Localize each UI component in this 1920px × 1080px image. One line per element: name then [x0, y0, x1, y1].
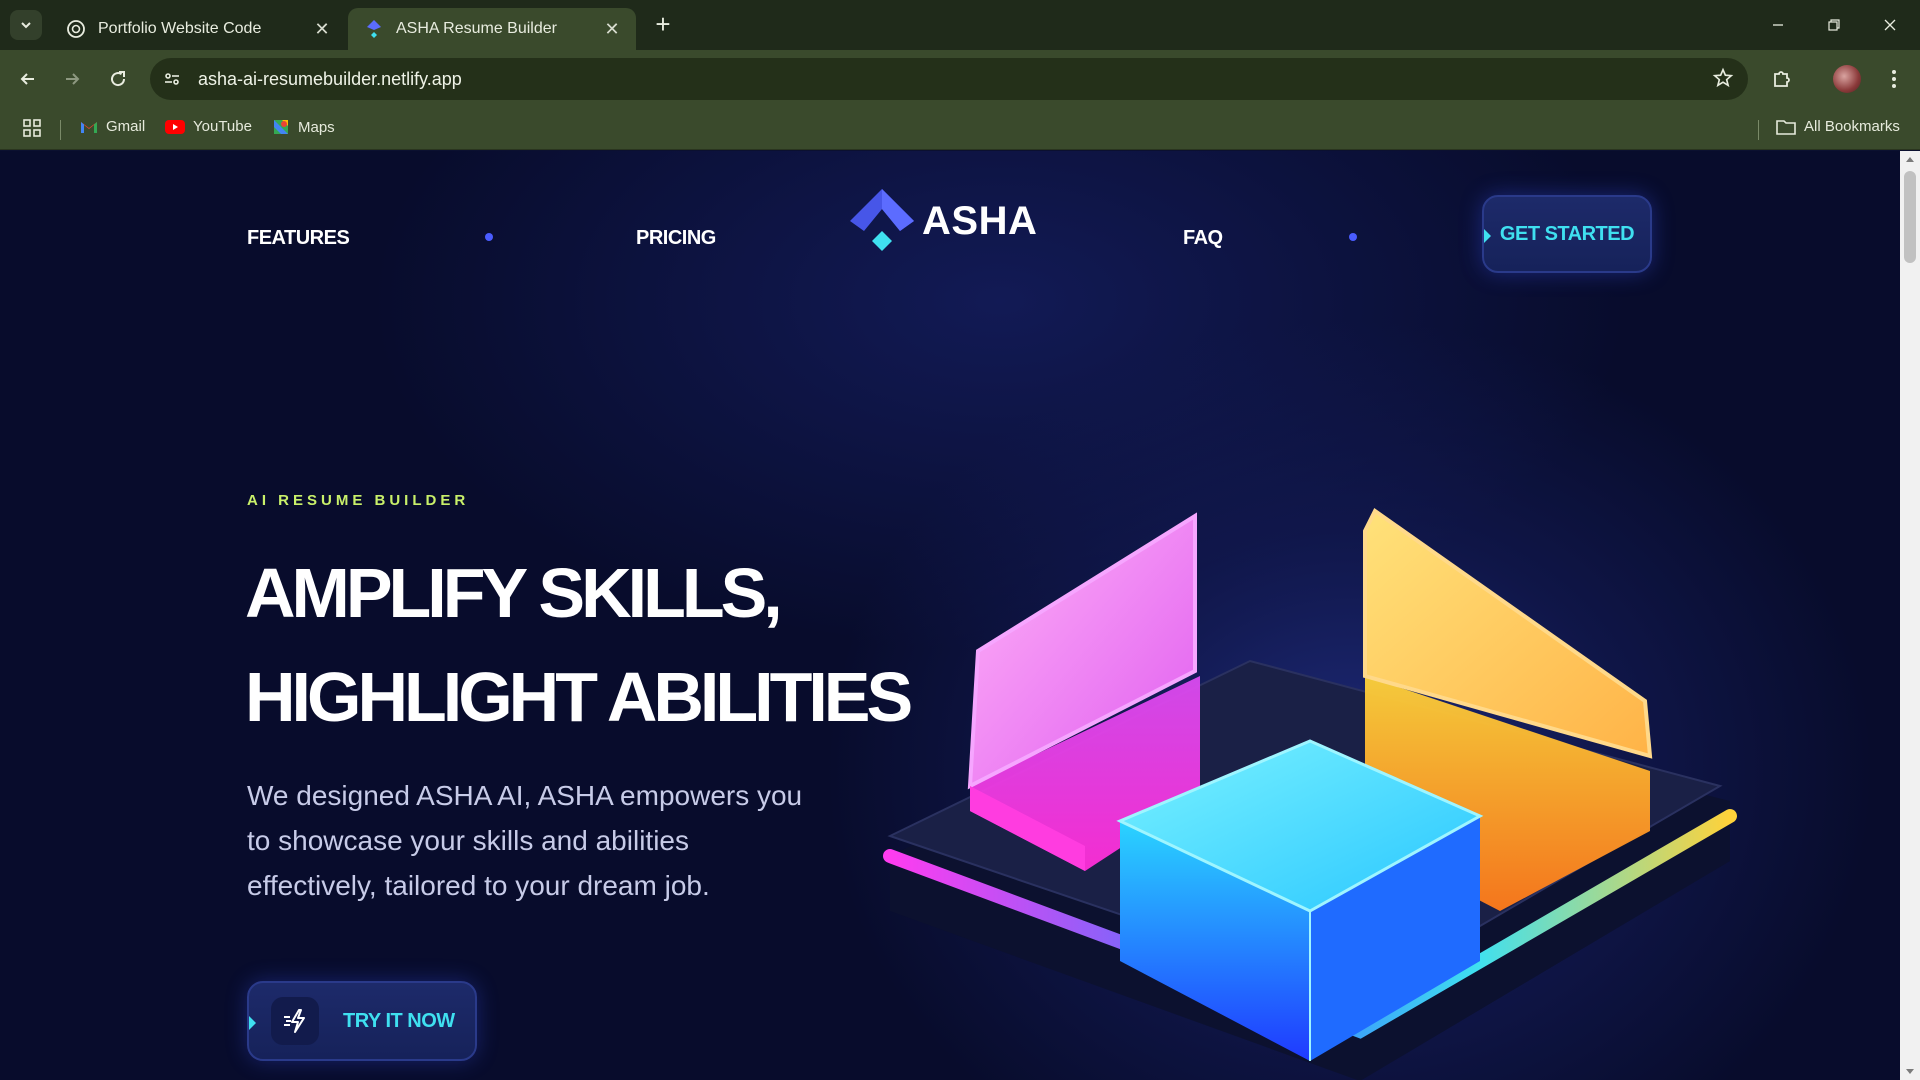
tab-asha[interactable]: ASHA Resume Builder ✕	[348, 8, 636, 50]
bookmark-star-icon[interactable]	[1712, 67, 1734, 89]
try-it-now-button[interactable]: TRY IT NOW	[247, 981, 477, 1061]
gmail-icon	[81, 121, 97, 133]
site-logo[interactable]: ASHA	[848, 187, 1037, 255]
restore-icon	[1828, 19, 1840, 31]
hero-description: We designed ASHA AI, ASHA empowers you t…	[247, 780, 803, 901]
bookmark-label: YouTube	[193, 118, 252, 135]
hero-headline: AMPLIFY SKILLS, HIGHLIGHT ABILITIES	[245, 541, 913, 749]
chevron-down-icon	[21, 22, 31, 29]
bookmarks-bar: Gmail YouTube Maps All Bookmarks	[0, 108, 1920, 150]
nav-features-link[interactable]: FEATURES	[247, 227, 350, 250]
headline-line-1: AMPLIFY SKILLS,	[245, 554, 783, 632]
maps-icon	[274, 120, 288, 134]
scroll-up-icon[interactable]	[1906, 157, 1914, 162]
minimize-button[interactable]	[1750, 0, 1806, 50]
arrow-left-icon	[20, 73, 34, 85]
browser-toolbar: asha-ai-resumebuilder.netlify.app	[0, 50, 1920, 108]
more-vertical-icon	[1892, 70, 1896, 88]
avatar[interactable]	[1833, 65, 1861, 93]
hero-eyebrow: AI RESUME BUILDER	[247, 492, 470, 509]
button-notch	[1484, 229, 1491, 243]
close-icon	[1884, 19, 1896, 31]
nav-dot	[1349, 233, 1357, 241]
tab-search-button[interactable]	[10, 10, 42, 40]
youtube-icon	[165, 119, 185, 134]
divider	[1758, 120, 1759, 140]
minimize-icon	[1773, 24, 1783, 26]
all-bookmarks-button[interactable]: All Bookmarks	[1776, 118, 1900, 135]
logo-text: ASHA	[922, 198, 1038, 243]
site-info-icon[interactable]	[156, 63, 188, 95]
headline-line-2: HIGHLIGHT ABILITIES	[245, 658, 913, 736]
new-tab-button[interactable]: +	[650, 11, 676, 38]
get-started-label: GET STARTED	[1499, 222, 1635, 245]
bookmark-label: Maps	[298, 118, 335, 136]
browser-menu-button[interactable]	[1878, 63, 1910, 95]
tab-title: ASHA Resume Builder	[396, 20, 557, 37]
button-notch	[249, 1016, 256, 1030]
bookmark-label: Gmail	[106, 118, 146, 135]
page-scrollbar[interactable]	[1900, 151, 1920, 1080]
folder-icon	[1776, 119, 1796, 135]
get-started-button[interactable]: GET STARTED	[1482, 195, 1652, 273]
divider	[60, 120, 61, 140]
close-icon[interactable]: ✕	[312, 19, 332, 39]
puzzle-icon	[1774, 71, 1790, 87]
openai-icon	[67, 20, 85, 38]
apps-button[interactable]	[22, 118, 42, 138]
url-text: asha-ai-resumebuilder.netlify.app	[198, 68, 462, 89]
asha-logo-icon	[367, 20, 381, 38]
tab-portfolio[interactable]: Portfolio Website Code ✕	[50, 8, 346, 50]
tab-strip: Portfolio Website Code ✕ ASHA Resume Bui…	[0, 0, 1920, 50]
try-it-now-label: TRY IT NOW	[343, 1009, 455, 1032]
bookmark-youtube[interactable]: YouTube	[165, 118, 252, 135]
reload-icon	[111, 71, 126, 87]
scroll-down-icon[interactable]	[1906, 1069, 1914, 1074]
forward-button[interactable]	[56, 63, 88, 95]
lightning-icon	[271, 997, 319, 1045]
extensions-button[interactable]	[1766, 63, 1798, 95]
scrollbar-thumb[interactable]	[1904, 171, 1916, 263]
nav-faq-link[interactable]: FAQ	[1183, 227, 1223, 250]
close-window-button[interactable]	[1862, 0, 1918, 50]
apps-grid-icon	[23, 119, 41, 137]
page-viewport: FEATURES PRICING ASHA FAQ GET STARTED AI…	[0, 151, 1900, 1080]
bookmark-gmail[interactable]: Gmail	[80, 118, 145, 135]
bookmark-maps[interactable]: Maps	[272, 118, 335, 136]
restore-button[interactable]	[1806, 0, 1862, 50]
tab-title: Portfolio Website Code	[98, 20, 262, 37]
reload-button[interactable]	[102, 63, 134, 95]
nav-pricing-link[interactable]: PRICING	[636, 227, 716, 250]
nav-dot	[485, 233, 493, 241]
arrow-right-icon	[66, 73, 80, 85]
all-bookmarks-label: All Bookmarks	[1804, 118, 1900, 135]
close-icon[interactable]: ✕	[602, 19, 622, 39]
asha-logo-icon	[850, 189, 914, 251]
address-bar[interactable]: asha-ai-resumebuilder.netlify.app	[150, 58, 1748, 100]
hero-3d-blocks-illustration	[883, 508, 1737, 1080]
back-button[interactable]	[12, 63, 44, 95]
